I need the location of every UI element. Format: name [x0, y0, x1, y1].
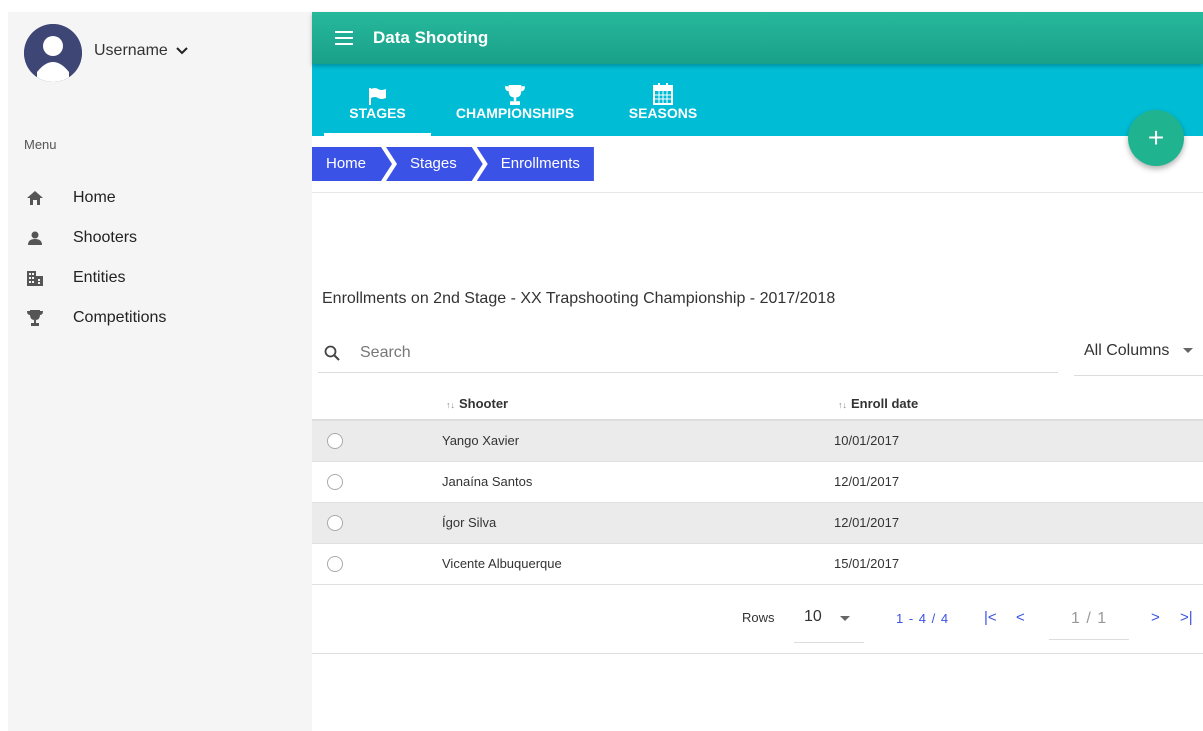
- column-header-shooter[interactable]: ↑↓ Shooter: [446, 396, 508, 411]
- row-radio[interactable]: [327, 515, 343, 531]
- tab-championships[interactable]: CHAMPIONSHIPS: [452, 64, 578, 136]
- sidebar-nav: Home Shooters Entities Competitions: [24, 178, 304, 338]
- search-icon: [324, 345, 340, 361]
- plus-icon: +: [1147, 122, 1165, 153]
- breadcrumb-stages[interactable]: Stages: [386, 147, 483, 181]
- rows-per-page-select[interactable]: 10: [794, 602, 864, 643]
- trophy-icon: [24, 307, 46, 329]
- sidebar-item-label: Competitions: [73, 309, 167, 326]
- breadcrumb-home[interactable]: Home: [312, 147, 392, 181]
- tab-seasons[interactable]: SEASONS: [624, 64, 702, 136]
- rows-label: Rows: [742, 610, 775, 625]
- tab-stages[interactable]: STAGES: [324, 64, 431, 136]
- caret-down-icon: [840, 616, 850, 621]
- column-filter-select[interactable]: All Columns: [1074, 334, 1203, 376]
- table-title: Enrollments on 2nd Stage - XX Trapshooti…: [322, 290, 836, 307]
- sidebar-item-label: Shooters: [73, 229, 138, 246]
- last-page-icon[interactable]: >|: [1180, 609, 1193, 626]
- search-field[interactable]: [318, 334, 1058, 373]
- divider: [312, 192, 1203, 193]
- cell-shooter: Janaína Santos: [442, 474, 533, 489]
- next-page-icon[interactable]: >: [1151, 609, 1160, 626]
- menu-icon[interactable]: [335, 31, 353, 45]
- page-range: 1 - 4 / 4: [896, 611, 950, 626]
- column-header-enroll-date[interactable]: ↑↓ Enroll date: [838, 396, 918, 411]
- table-row[interactable]: Vicente Albuquerque 15/01/2017: [312, 544, 1203, 585]
- first-page-icon[interactable]: |<: [984, 609, 997, 626]
- sort-icon: ↑↓: [446, 400, 455, 410]
- column-filter-value: All Columns: [1084, 342, 1170, 359]
- cell-shooter: Yango Xavier: [442, 433, 520, 448]
- cell-enroll-date: 15/01/2017: [834, 556, 900, 571]
- sidebar-item-entities[interactable]: Entities: [24, 258, 304, 298]
- rows-per-page-value: 10: [804, 608, 822, 625]
- sidebar-item-label: Entities: [73, 269, 126, 286]
- prev-page-icon[interactable]: <: [1016, 609, 1025, 626]
- table-row[interactable]: Ígor Silva 12/01/2017: [312, 503, 1203, 544]
- flag-icon: [368, 79, 387, 105]
- trophy-icon: [505, 79, 525, 105]
- cell-enroll-date: 12/01/2017: [834, 474, 900, 489]
- breadcrumb-enrollments[interactable]: Enrollments: [476, 147, 594, 181]
- table-header: ↑↓ Shooter ↑↓ Enroll date: [312, 386, 1203, 421]
- add-button[interactable]: +: [1128, 110, 1184, 166]
- username-label: Username: [94, 42, 168, 59]
- tab-label: STAGES: [349, 105, 406, 121]
- row-radio[interactable]: [327, 474, 343, 490]
- column-header-label: Enroll date: [851, 396, 919, 411]
- column-header-label: Shooter: [459, 396, 509, 411]
- avatar[interactable]: [24, 24, 82, 82]
- sort-icon: ↑↓: [838, 400, 847, 410]
- sidebar-item-label: Home: [73, 189, 116, 206]
- search-input[interactable]: [358, 343, 962, 363]
- cell-enroll-date: 12/01/2017: [834, 515, 900, 530]
- sidebar-item-shooters[interactable]: Shooters: [24, 218, 304, 258]
- row-radio[interactable]: [327, 556, 343, 572]
- breadcrumb: Home Stages Enrollments: [312, 147, 594, 181]
- home-icon: [24, 187, 46, 209]
- chevron-down-icon: [176, 47, 188, 55]
- paginator: Rows 10 1 - 4 / 4 |< < 1 / 1 > >|: [312, 582, 1203, 654]
- page-indicator: 1 / 1: [1049, 602, 1129, 640]
- tab-bar: STAGES CHAMPIONSHIPS SEASONS: [312, 64, 1203, 136]
- tab-label: SEASONS: [628, 105, 698, 121]
- tab-label: CHAMPIONSHIPS: [455, 105, 575, 121]
- sidebar-item-home[interactable]: Home: [24, 178, 304, 218]
- calendar-icon: [653, 79, 673, 105]
- table-body: Yango Xavier 10/01/2017 Janaína Santos 1…: [312, 421, 1203, 585]
- building-icon: [24, 267, 46, 289]
- app-title: Data Shooting: [373, 28, 489, 47]
- menu-label: Menu: [24, 137, 57, 152]
- cell-shooter: Vicente Albuquerque: [442, 556, 562, 571]
- table-row[interactable]: Yango Xavier 10/01/2017: [312, 421, 1203, 462]
- sidebar-item-competitions[interactable]: Competitions: [24, 298, 304, 338]
- cell-enroll-date: 10/01/2017: [834, 433, 900, 448]
- app-bar: Data Shooting: [312, 12, 1203, 64]
- sidebar: Username Menu Home Shooters Entities Com…: [8, 12, 312, 731]
- cell-shooter: Ígor Silva: [442, 515, 497, 530]
- row-radio[interactable]: [327, 433, 343, 449]
- table-row[interactable]: Janaína Santos 12/01/2017: [312, 462, 1203, 503]
- person-icon: [24, 227, 46, 249]
- caret-down-icon: [1183, 348, 1194, 353]
- username-dropdown[interactable]: Username: [94, 42, 188, 60]
